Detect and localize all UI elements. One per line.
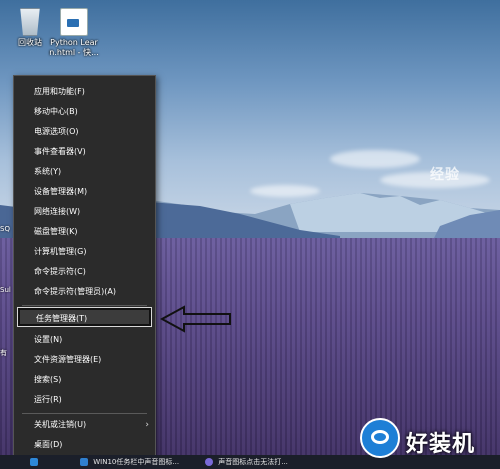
- menu-item-computer-management[interactable]: 计算机管理(G): [14, 243, 155, 261]
- menu-item-run[interactable]: 运行(R): [14, 391, 155, 409]
- desktop-icon-label-partial: Sul: [0, 286, 11, 294]
- menu-item-disk-management[interactable]: 磁盘管理(K): [14, 223, 155, 241]
- taskbar-item[interactable]: 声音图标点击无法打...: [205, 455, 288, 469]
- menu-separator: [22, 413, 147, 414]
- winx-context-menu: 应用和功能(F) 移动中心(B) 电源选项(O) 事件查看器(V) 系统(Y) …: [13, 75, 156, 457]
- menu-item-search[interactable]: 搜索(S): [14, 371, 155, 389]
- desktop-icon-label-partial: SQ: [0, 225, 10, 233]
- desktop-icon-html-file[interactable]: Python Lear n.html - 快...: [44, 8, 104, 58]
- menu-item-task-manager[interactable]: 任务管理器(T): [18, 308, 151, 326]
- watermark-faint-text: 经验: [430, 167, 460, 183]
- desktop-icon-label-partial: 有: [0, 349, 7, 357]
- menu-item-command-prompt[interactable]: 命令提示符(C): [14, 263, 155, 281]
- menu-item-system[interactable]: 系统(Y): [14, 163, 155, 181]
- browser-icon: [80, 458, 88, 466]
- watermark-logo: 好装机: [360, 416, 500, 462]
- menu-item-label: 关机或注销(U): [34, 420, 87, 429]
- watermark-text: 好装机: [406, 432, 476, 457]
- taskbar-item[interactable]: WIN10任务栏中声音图标...: [80, 455, 179, 469]
- menu-item-power-options[interactable]: 电源选项(O): [14, 123, 155, 141]
- watermark-badge-icon: [360, 418, 400, 458]
- windows-logo-icon: [30, 458, 38, 466]
- html-document-icon: [60, 8, 88, 36]
- chevron-right-icon: ›: [145, 420, 149, 430]
- menu-item-desktop[interactable]: 桌面(D): [14, 436, 155, 454]
- taskbar-item-label: 声音图标点击无法打...: [218, 458, 288, 466]
- desktop-icon-label: Python Lear n.html - 快...: [49, 38, 99, 57]
- pointer-arrow-icon: [160, 305, 231, 333]
- menu-item-file-explorer[interactable]: 文件资源管理器(E): [14, 351, 155, 369]
- menu-item-event-viewer[interactable]: 事件查看器(V): [14, 143, 155, 161]
- menu-item-device-manager[interactable]: 设备管理器(M): [14, 183, 155, 201]
- menu-item-mobility-center[interactable]: 移动中心(B): [14, 103, 155, 121]
- menu-separator: [22, 305, 147, 306]
- taskbar-item-label: WIN10任务栏中声音图标...: [93, 458, 180, 466]
- menu-item-apps-features[interactable]: 应用和功能(F): [14, 83, 155, 101]
- menu-item-command-prompt-admin[interactable]: 命令提示符(管理员)(A): [14, 283, 155, 301]
- menu-item-shutdown-signout[interactable]: 关机或注销(U) ›: [14, 416, 155, 434]
- taskbar-start-area[interactable]: [30, 455, 41, 469]
- recycle-bin-icon: [20, 8, 40, 36]
- search-result-icon: [205, 458, 213, 466]
- menu-item-network-connections[interactable]: 网络连接(W): [14, 203, 155, 221]
- menu-item-settings[interactable]: 设置(N): [14, 331, 155, 349]
